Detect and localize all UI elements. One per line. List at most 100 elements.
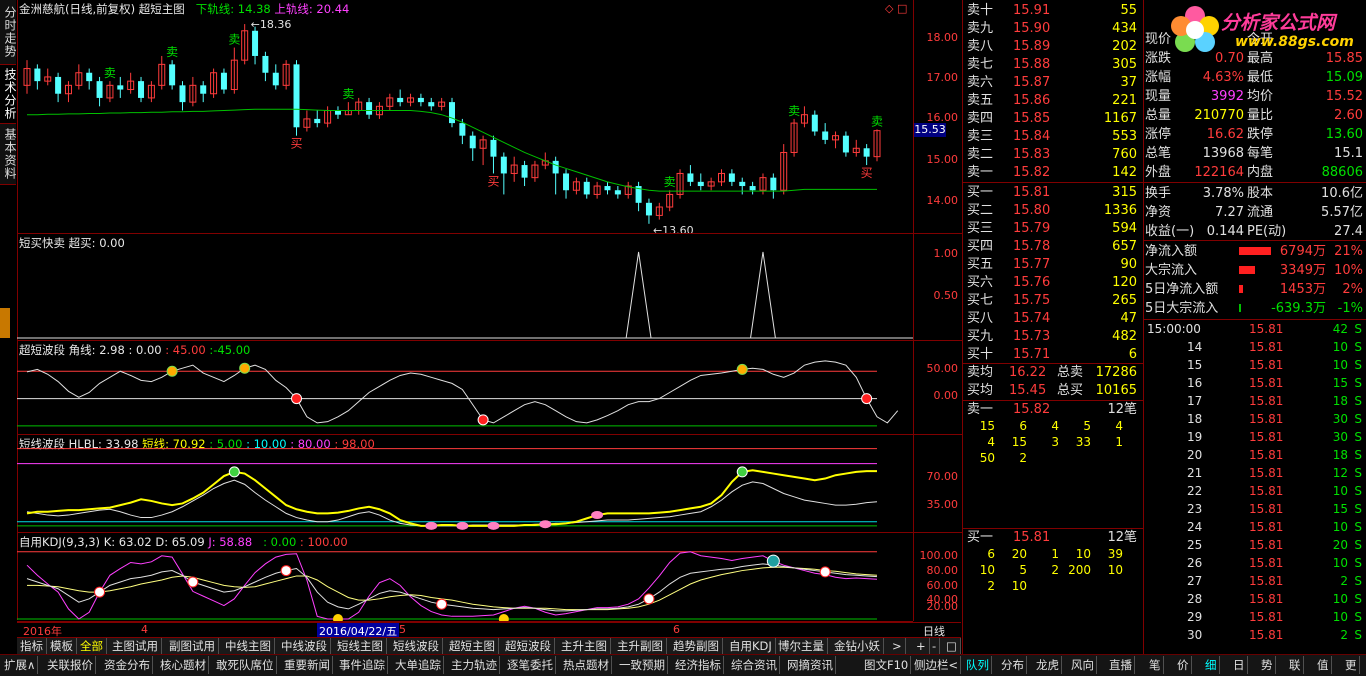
bid-row[interactable]: 买四 15.78 657	[963, 238, 1143, 256]
tab-more[interactable]: 更	[1343, 656, 1360, 674]
tab-short-main[interactable]: 短线主图	[334, 638, 387, 654]
tick-row[interactable]: 23 15.81 15 S	[1143, 500, 1366, 518]
pane-ultra-short-wave[interactable]: 超短波段 角线: 2.98 : 0.00 : 45.00 :-45.00	[17, 341, 913, 435]
tick-row[interactable]: 28 15.81 10 S	[1143, 590, 1366, 608]
tick-row[interactable]: 25 15.81 20 S	[1143, 536, 1366, 554]
tab-mid-main[interactable]: 中线主图	[222, 638, 275, 654]
pane-kdj[interactable]: 自用KDJ(9,3,3) K: 63.02 D: 65.09 J: 58.88 …	[17, 533, 913, 622]
tab-trend[interactable]: 势	[1259, 656, 1276, 674]
tab-main-trial[interactable]: 主图试用	[109, 638, 162, 654]
tab-f10[interactable]: 图文F10	[862, 656, 912, 674]
tab-template[interactable]: 模板	[47, 638, 77, 654]
tab-bigorder-track[interactable]: 大单追踪	[393, 656, 444, 674]
tick-row[interactable]: 29 15.81 10 S	[1143, 608, 1366, 626]
tab-event-track[interactable]: 事件追踪	[337, 656, 388, 674]
tick-row[interactable]: 19 15.81 30 S	[1143, 428, 1366, 446]
tab-sidebar[interactable]: 侧边栏<	[912, 656, 962, 674]
tab-general-info[interactable]: 综合资讯	[729, 656, 780, 674]
tick-row[interactable]: 22 15.81 10 S	[1143, 482, 1366, 500]
tab-ultra-main[interactable]: 超短主图	[446, 638, 499, 654]
ask-row[interactable]: 卖二 15.83 760	[963, 146, 1143, 164]
tab-detail[interactable]: 细	[1203, 656, 1220, 674]
bid-row[interactable]: 买十 15.71 6	[963, 346, 1143, 364]
tab-tick-order[interactable]: 逐笔委托	[505, 656, 556, 674]
ask-row[interactable]: 卖三 15.84 553	[963, 128, 1143, 146]
bid-row[interactable]: 买二 15.80 1336	[963, 202, 1143, 220]
tab-web-info[interactable]: 网摘资讯	[785, 656, 836, 674]
tab-distribution[interactable]: 分布	[999, 656, 1027, 674]
layout-button[interactable]: □	[943, 638, 961, 654]
tab-fund-dist[interactable]: 资金分布	[102, 656, 153, 674]
tab-value[interactable]: 值	[1315, 656, 1332, 674]
bid-row[interactable]: 买八 15.74 47	[963, 310, 1143, 328]
pane-short-wave[interactable]: 短线波段 HLBL: 33.98 短线: 70.92 : 5.00 : 10.0…	[17, 435, 913, 533]
ask-row[interactable]: 卖九 15.90 434	[963, 20, 1143, 38]
tab-trend-sub[interactable]: 趋势副图	[670, 638, 723, 654]
tab-intraday[interactable]: 分时走势	[0, 0, 17, 65]
bid-row[interactable]: 买七 15.75 265	[963, 292, 1143, 310]
tab-indicator[interactable]: 指标	[17, 638, 47, 654]
tick-row[interactable]: 16 15.81 15 S	[1143, 374, 1366, 392]
zoom-out-button[interactable]: -	[929, 638, 941, 654]
tick-row[interactable]: 30 15.81 2 S	[1143, 626, 1366, 644]
tab-technical[interactable]: 技术分析	[0, 65, 17, 124]
tab-related-quote[interactable]: 关联报价	[45, 656, 96, 674]
pane-quick-trade[interactable]: 短买快卖 超买: 0.00	[17, 234, 913, 341]
tab-sub-trial[interactable]: 副图试用	[166, 638, 219, 654]
ask-row[interactable]: 卖一 15.82 142	[963, 164, 1143, 182]
tab-daily[interactable]: 日	[1231, 656, 1248, 674]
bid-row[interactable]: 买六 15.76 120	[963, 274, 1143, 292]
tick-row[interactable]: 20 15.81 18 S	[1143, 446, 1366, 464]
tab-kdj[interactable]: 自用KDJ	[726, 638, 776, 654]
tab-ultra-wave[interactable]: 超短波段	[502, 638, 555, 654]
tab-daredevil-seats[interactable]: 敢死队席位	[214, 656, 277, 674]
tab-news[interactable]: 重要新闻	[282, 656, 333, 674]
ask-row[interactable]: 卖十 15.91 55	[963, 2, 1143, 20]
tab-hot-theme[interactable]: 热点题材	[561, 656, 612, 674]
tab-price[interactable]: 价	[1175, 656, 1192, 674]
tick-row[interactable]: 15 15.81 10 S	[1143, 356, 1366, 374]
tab-queue[interactable]: 队列	[964, 656, 992, 674]
tick-side: S	[1354, 484, 1362, 498]
tab-linked[interactable]: 联	[1287, 656, 1304, 674]
ask-row[interactable]: 卖七 15.88 305	[963, 56, 1143, 74]
tab-live[interactable]: 直播	[1107, 656, 1135, 674]
tick-row[interactable]: 14 15.81 10 S	[1143, 338, 1366, 356]
tab-core-theme[interactable]: 核心题材	[158, 656, 209, 674]
tab-diamond[interactable]: 金钻小妖	[831, 638, 884, 654]
tab-trades[interactable]: 笔	[1147, 656, 1164, 674]
bid-row[interactable]: 买三 15.79 594	[963, 220, 1143, 238]
tab-rise-main[interactable]: 主升主图	[558, 638, 611, 654]
ask-row[interactable]: 卖六 15.87 37	[963, 74, 1143, 92]
tab-consensus[interactable]: 一致预期	[617, 656, 668, 674]
tab-fundamentals[interactable]: 基本资料	[0, 124, 17, 185]
tab-mid-wave[interactable]: 中线波段	[278, 638, 331, 654]
tick-row[interactable]: 26 15.81 10 S	[1143, 554, 1366, 572]
collapse-arrow-icon[interactable]	[0, 308, 10, 338]
ask-row[interactable]: 卖八 15.89 202	[963, 38, 1143, 56]
tab-rise-sub[interactable]: 主升副图	[614, 638, 667, 654]
main-kline-pane[interactable]: 金洲慈航(日线,前复权) 超短主图 下轨线: 14.38 上轨线: 20.44 …	[17, 0, 913, 234]
ask-row[interactable]: 卖五 15.86 221	[963, 92, 1143, 110]
tab-boll-vol[interactable]: 博尔主量	[775, 638, 828, 654]
tab-expand[interactable]: 扩展∧	[2, 656, 39, 674]
tab-scroll-right[interactable]: >	[889, 638, 906, 654]
bid-label: 买六	[967, 275, 994, 290]
tick-row[interactable]: 17 15.81 18 S	[1143, 392, 1366, 410]
tab-main-force[interactable]: 主力轨迹	[449, 656, 500, 674]
tab-short-wave[interactable]: 短线波段	[390, 638, 443, 654]
tab-econ[interactable]: 经济指标	[673, 656, 724, 674]
tick-row[interactable]: 21 15.81 12 S	[1143, 464, 1366, 482]
zoom-in-button[interactable]: +	[913, 638, 930, 654]
ask-row[interactable]: 卖四 15.85 1167	[963, 110, 1143, 128]
tick-row[interactable]: 27 15.81 2 S	[1143, 572, 1366, 590]
tick-row[interactable]: 18 15.81 30 S	[1143, 410, 1366, 428]
tick-row[interactable]: 24 15.81 10 S	[1143, 518, 1366, 536]
tab-all[interactable]: 全部	[77, 638, 107, 654]
tab-dragon-tiger[interactable]: 龙虎	[1034, 656, 1062, 674]
bid-row[interactable]: 买五 15.77 90	[963, 256, 1143, 274]
bid-row[interactable]: 买一 15.81 315	[963, 184, 1143, 202]
tab-wind[interactable]: 风向	[1069, 656, 1097, 674]
bid-row[interactable]: 买九 15.73 482	[963, 328, 1143, 346]
tick-row[interactable]: 15:00:00 15.81 42 S	[1143, 320, 1366, 338]
